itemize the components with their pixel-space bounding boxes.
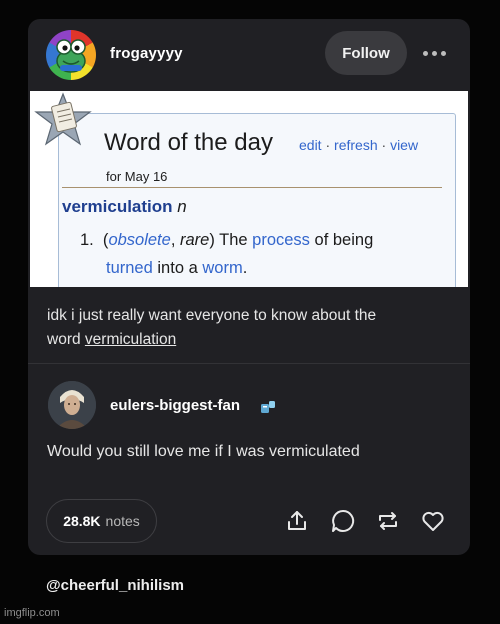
post-image: Word of the day edit · refresh · view fo… (30, 91, 468, 287)
badge-icon (261, 401, 275, 413)
reply-author-avatar[interactable] (48, 381, 96, 429)
wotd-definition-continued: turned into a worm. (106, 259, 248, 277)
wotd-date: for May 16 (106, 169, 168, 184)
wotd-view-link: view (390, 137, 419, 153)
credit-handle: @cheerful_nihilism (46, 577, 184, 594)
notes-count: 28.8K (63, 513, 101, 529)
author-username[interactable]: frogayyyy (110, 45, 183, 62)
reply-icon[interactable] (330, 508, 356, 534)
reply-author-username[interactable]: eulers-biggest-fan (110, 397, 240, 414)
wotd-divider (62, 187, 442, 188)
share-icon[interactable] (284, 508, 310, 534)
portrait-icon (48, 381, 96, 429)
frog-avatar-icon (56, 39, 86, 73)
follow-button[interactable]: Follow (325, 31, 407, 75)
imgflip-watermark: imgflip.com (4, 607, 60, 619)
reblog-icon[interactable] (375, 508, 401, 534)
wotd-actions: edit · refresh · view (299, 137, 419, 153)
author-avatar[interactable] (46, 30, 96, 80)
wotd-edit-link: edit (299, 137, 322, 153)
reply-body-text: Would you still love me if I was vermicu… (47, 443, 360, 460)
wotd-definition: 1. (obsolete, rare) The process of being (80, 231, 374, 249)
notes-button[interactable]: 28.8K notes (46, 499, 157, 543)
like-icon[interactable] (420, 508, 446, 534)
post-card: frogayyyy Follow Word of the day edit · … (28, 19, 470, 555)
vermiculation-link[interactable]: vermiculation (85, 331, 176, 348)
scroll-star-icon (34, 92, 92, 146)
post-body-text: idk i just really want everyone to know … (47, 307, 377, 348)
more-options-icon[interactable] (421, 43, 447, 63)
wotd-word: vermiculation n (62, 197, 187, 216)
wotd-title: Word of the day (104, 129, 273, 156)
wotd-refresh-link: refresh (334, 137, 378, 153)
notes-label: notes (105, 513, 140, 529)
reblog-divider (28, 363, 470, 364)
